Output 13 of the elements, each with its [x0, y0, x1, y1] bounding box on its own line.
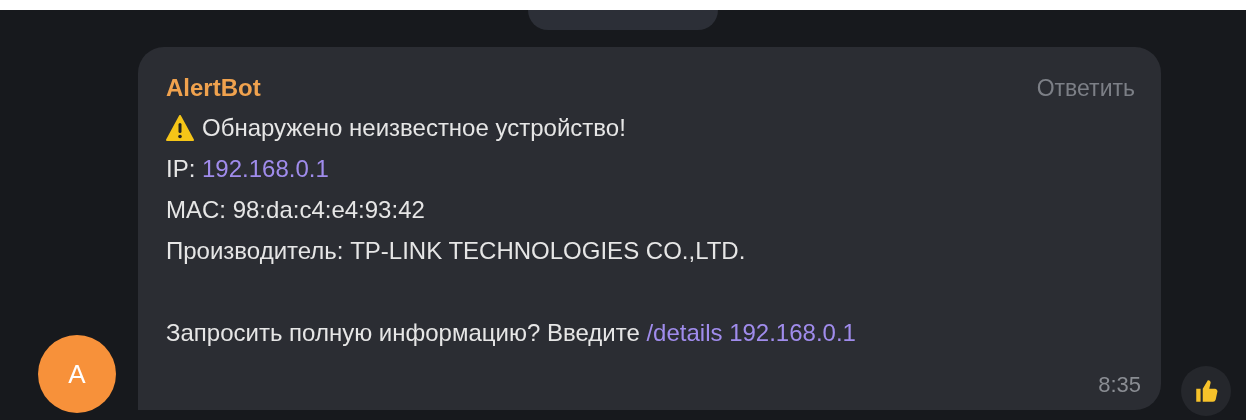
message-text: Запросить полную информацию? Введите /details 192.168.0.1 [166, 318, 856, 348]
thumbs-up-icon [1193, 378, 1219, 404]
message-text: Обнаружено неизвестное устройство! [202, 113, 626, 143]
message-text: MAC: 98:da:c4:e4:93:42 [166, 195, 425, 225]
reaction-button[interactable] [1181, 366, 1231, 416]
message-text: Производитель: TP-LINK TECHNOLOGIES CO.,LTD. [166, 236, 746, 266]
message-time: 8:35 [1098, 372, 1141, 398]
warning-icon [166, 114, 194, 141]
reply-link[interactable]: Ответить [1036, 75, 1135, 102]
message-link[interactable]: 192.168.0.1 [202, 155, 329, 182]
message-text: IP: 192.168.0.1 [166, 154, 329, 184]
sender-name[interactable]: AlertBot [166, 69, 261, 107]
message-link[interactable]: /details 192.168.0.1 [646, 319, 856, 346]
